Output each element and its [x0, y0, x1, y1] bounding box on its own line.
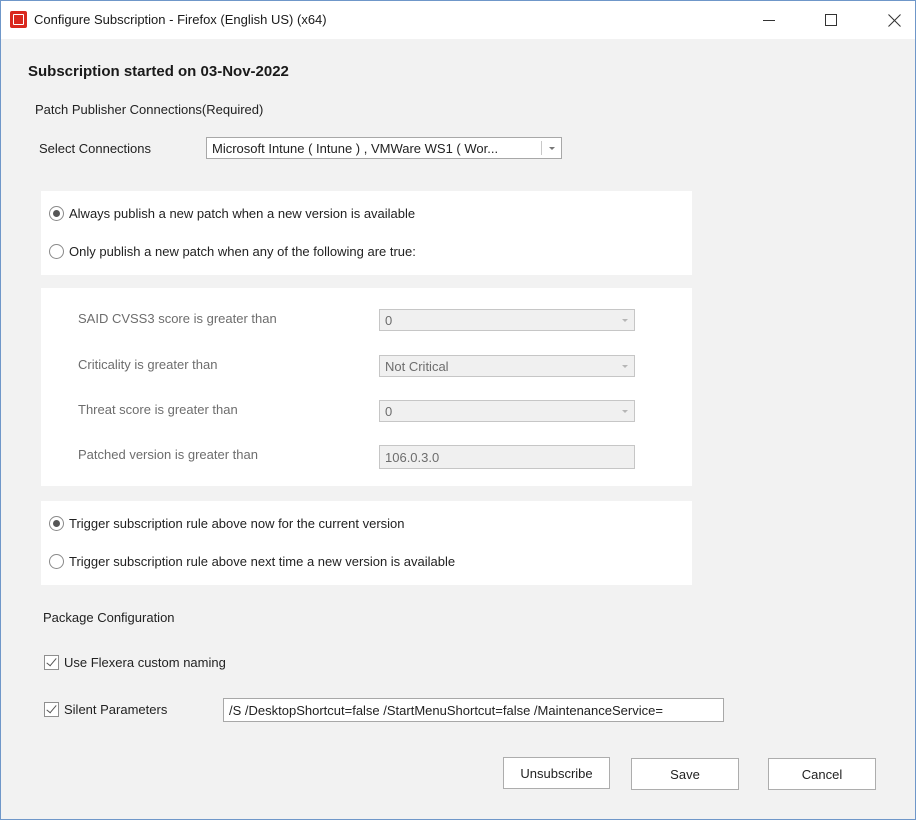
silent-params-value: /S /DesktopShortcut=false /StartMenuShor… — [229, 703, 663, 718]
close-button[interactable] — [871, 1, 916, 39]
silent-params-label: Silent Parameters — [64, 702, 168, 717]
chevron-down-icon[interactable] — [616, 356, 634, 376]
publish-mode-panel: Always publish a new patch when a new ve… — [41, 191, 692, 275]
silent-params-checkbox[interactable] — [44, 702, 59, 717]
trigger-next-option[interactable]: Trigger subscription rule above next tim… — [49, 554, 455, 569]
trigger-next-radio[interactable] — [49, 554, 64, 569]
criticality-dropdown[interactable]: Not Critical — [379, 355, 635, 377]
patched-version-label: Patched version is greater than — [78, 447, 258, 462]
custom-naming-checkbox[interactable] — [44, 655, 59, 670]
cvss-dropdown[interactable]: 0 — [379, 309, 635, 331]
chevron-down-icon[interactable] — [616, 401, 634, 421]
silent-params-option[interactable]: Silent Parameters — [44, 702, 167, 717]
dropdown-separator — [541, 141, 542, 155]
save-button[interactable]: Save — [631, 758, 739, 790]
connections-dropdown[interactable]: Microsoft Intune ( Intune ) , VMWare WS1… — [206, 137, 562, 159]
chevron-down-icon[interactable] — [616, 310, 634, 330]
publish-conditional-option[interactable]: Only publish a new patch when any of the… — [49, 244, 416, 259]
configure-subscription-window: Configure Subscription - Firefox (Englis… — [0, 0, 916, 820]
cvss-value: 0 — [385, 313, 393, 328]
close-icon — [888, 14, 901, 27]
flexera-app-icon — [10, 11, 27, 28]
publish-always-option[interactable]: Always publish a new patch when a new ve… — [49, 206, 415, 221]
patched-version-value: 106.0.3.0 — [385, 450, 440, 465]
criticality-label: Criticality is greater than — [78, 357, 218, 372]
connections-dropdown-value: Microsoft Intune ( Intune ) , VMWare WS1… — [212, 141, 499, 156]
publish-always-label: Always publish a new patch when a new ve… — [69, 206, 416, 221]
trigger-panel: Trigger subscription rule above now for … — [41, 501, 692, 585]
trigger-now-label: Trigger subscription rule above now for … — [69, 516, 405, 531]
select-connections-label: Select Connections — [39, 141, 152, 156]
minimize-icon — [763, 19, 775, 21]
trigger-now-radio[interactable] — [49, 516, 64, 531]
connections-section-label: Patch Publisher Connections(Required) — [35, 102, 264, 117]
minimize-button[interactable] — [746, 1, 792, 39]
threat-label: Threat score is greater than — [78, 402, 238, 417]
window-title: Configure Subscription - Firefox (Englis… — [34, 12, 327, 27]
unsubscribe-button[interactable]: Unsubscribe — [503, 757, 610, 789]
threat-value: 0 — [385, 404, 393, 419]
title-bar[interactable]: Configure Subscription - Firefox (Englis… — [1, 1, 915, 39]
criticality-value: Not Critical — [385, 359, 449, 374]
custom-naming-label: Use Flexera custom naming — [64, 655, 226, 670]
cancel-button[interactable]: Cancel — [768, 758, 876, 790]
silent-params-field[interactable]: /S /DesktopShortcut=false /StartMenuShor… — [223, 698, 724, 722]
custom-naming-option[interactable]: Use Flexera custom naming — [44, 655, 226, 670]
publish-conditional-radio[interactable] — [49, 244, 64, 259]
conditions-panel: SAID CVSS3 score is greater than 0 Criti… — [41, 288, 692, 486]
publish-always-radio[interactable] — [49, 206, 64, 221]
chevron-down-icon[interactable] — [543, 138, 561, 158]
subscription-heading: Subscription started on 03-Nov-2022 — [28, 63, 289, 80]
package-config-label: Package Configuration — [43, 610, 175, 625]
threat-dropdown[interactable]: 0 — [379, 400, 635, 422]
trigger-next-label: Trigger subscription rule above next tim… — [69, 554, 456, 569]
cvss-label: SAID CVSS3 score is greater than — [78, 311, 277, 326]
trigger-now-option[interactable]: Trigger subscription rule above now for … — [49, 516, 405, 531]
publish-conditional-label: Only publish a new patch when any of the… — [69, 244, 416, 259]
maximize-button[interactable] — [808, 1, 854, 39]
patched-version-field[interactable]: 106.0.3.0 — [379, 445, 635, 469]
maximize-icon — [825, 14, 837, 26]
